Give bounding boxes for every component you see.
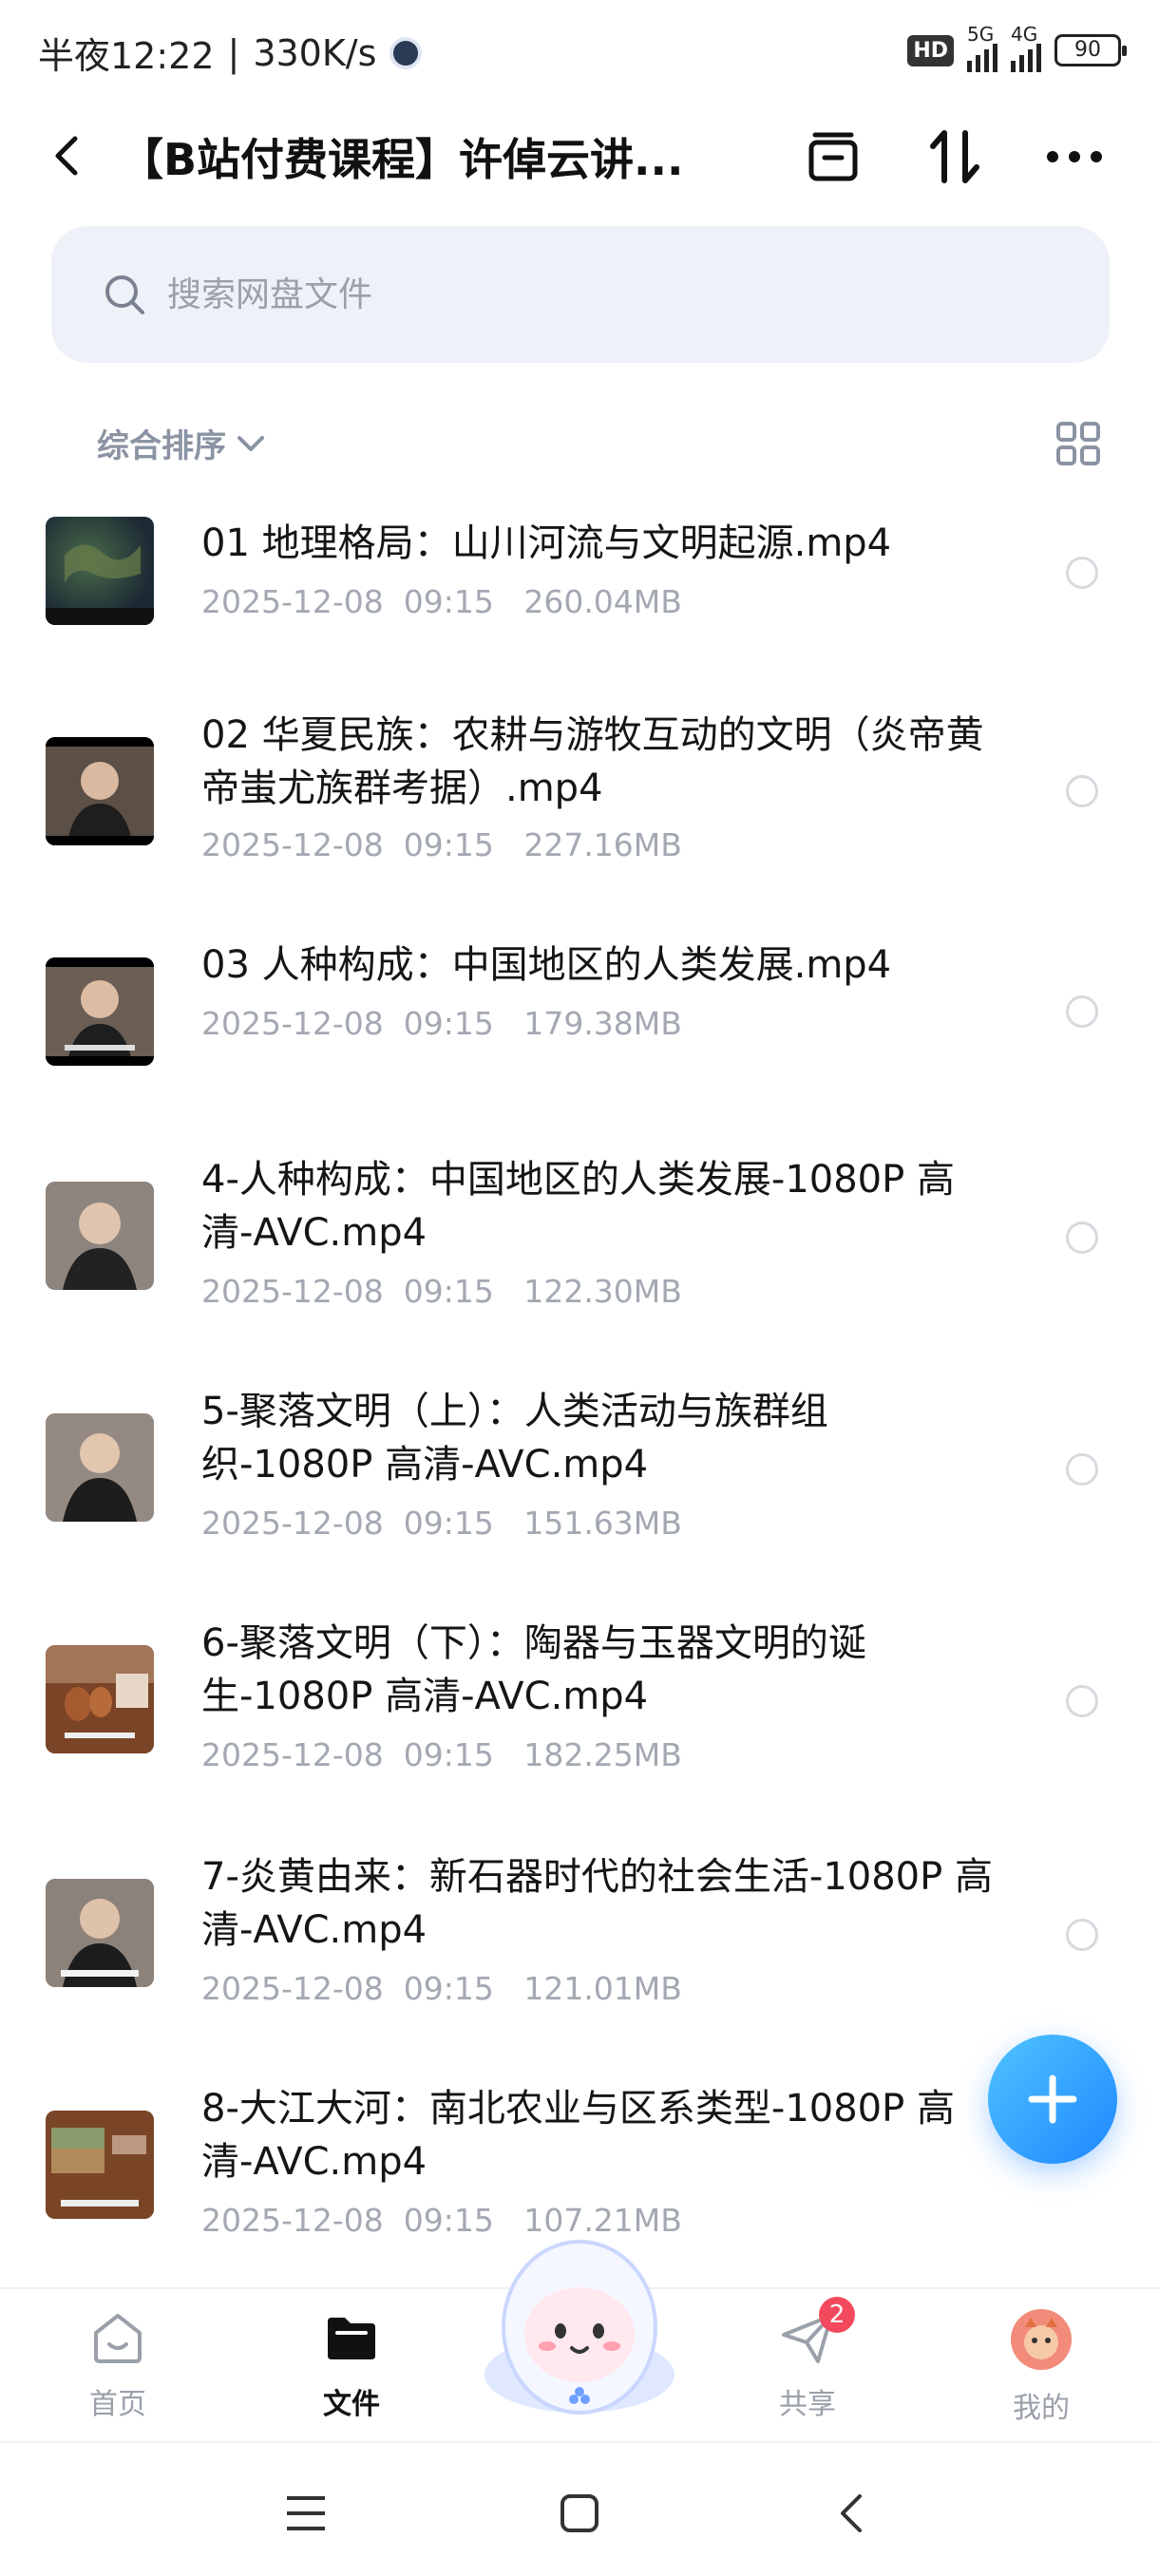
file-list: 01 地理格局：山川河流与文明起源.mp4 2025-12-08 09:15 2… [0, 484, 1159, 2308]
file-name: 7-炎黄由来：新石器时代的社会生活-1080P 高清-AVC.mp4 [201, 1855, 993, 1952]
square-home-icon [560, 2494, 598, 2532]
nav-home[interactable]: 首页 [51, 2308, 184, 2422]
search-icon [105, 275, 144, 314]
select-radio[interactable] [1066, 1453, 1098, 1486]
grid-view-icon[interactable] [1054, 420, 1102, 467]
home-icon [94, 2314, 142, 2363]
file-item[interactable]: 7-炎黄由来：新石器时代的社会生活-1080P 高清-AVC.mp4 2025-… [0, 1839, 1159, 2071]
file-item[interactable]: 5-聚落文明（上）：人类活动与族群组织-1080P 高清-AVC.mp4 202… [0, 1373, 1159, 1605]
system-back-button[interactable] [823, 2485, 880, 2542]
nav-share[interactable]: 2 共享 [741, 2297, 874, 2422]
file-name: 01 地理格局：山川河流与文明起源.mp4 [201, 521, 892, 565]
folder-icon [328, 2318, 375, 2359]
select-radio[interactable] [1066, 1685, 1098, 1717]
file-item[interactable]: 4-人种构成：中国地区的人类发展-1080P 高清-AVC.mp4 2025-1… [0, 1142, 1159, 1373]
sort-row: 综合排序 [0, 399, 1159, 484]
menu-icon [287, 2496, 325, 2530]
file-item[interactable]: 02 华夏民族：农耕与游牧互动的文明（炎帝黄帝蚩尤族群考据）.mp4 2025-… [0, 697, 1159, 925]
page-title: 【B站付费课程】许倬云讲... [120, 134, 684, 185]
video-thumbnail [46, 2111, 154, 2219]
file-name: 03 人种构成：中国地区的人类发展.mp4 [201, 943, 892, 987]
add-button[interactable] [988, 2035, 1117, 2164]
more-button[interactable] [1041, 123, 1108, 190]
system-nav-bar [0, 2441, 1159, 2576]
signal-4g-icon: 4G [1011, 23, 1041, 72]
file-item[interactable]: 01 地理格局：山川河流与文明起源.mp4 2025-12-08 09:15 2… [0, 484, 1159, 697]
network-4g-label: 4G [1011, 23, 1038, 46]
avatar-icon [1011, 2309, 1072, 2370]
file-name: 6-聚落文明（下）：陶器与玉器文明的诞生-1080P 高清-AVC.mp4 [201, 1621, 866, 1718]
select-radio[interactable] [1066, 1222, 1098, 1254]
archive-button[interactable] [800, 123, 866, 190]
video-thumbnail [46, 1413, 154, 1522]
sort-dropdown[interactable]: 综合排序 [97, 420, 266, 466]
select-radio[interactable] [1066, 1919, 1098, 1951]
file-meta: 2025-12-08 09:15 121.01MB [201, 1970, 682, 2007]
video-thumbnail [46, 517, 154, 625]
mascot-icon[interactable] [475, 2232, 684, 2422]
file-meta: 2025-12-08 09:15 182.25MB [201, 1736, 682, 1773]
network-5g-label: 5G [967, 23, 995, 46]
header: 【B站付费课程】许倬云讲... [0, 104, 1159, 199]
share-badge: 2 [819, 2297, 855, 2333]
plus-icon [1028, 2074, 1077, 2124]
back-chevron-icon [841, 2494, 862, 2532]
file-name: 4-人种构成：中国地区的人类发展-1080P 高清-AVC.mp4 [201, 1158, 955, 1255]
select-radio[interactable] [1066, 995, 1098, 1028]
sort-order-button[interactable] [922, 123, 988, 190]
video-thumbnail [46, 957, 154, 1066]
nav-share-label: 共享 [779, 2388, 836, 2421]
nav-files[interactable]: 文件 [285, 2308, 418, 2422]
signal-5g-icon: 5G [967, 23, 998, 72]
file-name: 8-大江大河：南北农业与区系类型-1080P 高清-AVC.mp4 [201, 2087, 955, 2184]
status-right: HD 5G 4G 90 [907, 23, 1127, 72]
file-meta: 2025-12-08 09:15 260.04MB [201, 583, 682, 620]
select-radio[interactable] [1066, 557, 1098, 589]
search-input[interactable] [167, 275, 927, 314]
sort-label: 综合排序 [97, 427, 226, 465]
video-thumbnail [46, 1645, 154, 1753]
nav-me-label: 我的 [1013, 2392, 1070, 2425]
video-thumbnail [46, 1182, 154, 1290]
file-meta: 2025-12-08 09:15 151.63MB [201, 1505, 682, 1542]
archive-icon [808, 132, 858, 181]
battery-icon: 90 [1054, 34, 1127, 66]
notification-avatar-icon [390, 36, 423, 69]
nav-files-label: 文件 [323, 2388, 380, 2421]
sort-arrows-icon [930, 130, 979, 183]
status-speed: 330K/s [253, 31, 377, 74]
file-name: 5-聚落文明（上）：人类活动与族群组织-1080P 高清-AVC.mp4 [201, 1390, 828, 1487]
chevron-down-icon [238, 435, 264, 451]
video-thumbnail [46, 737, 154, 845]
nav-me[interactable]: 我的 [975, 2308, 1108, 2426]
status-bar: 半夜12:22 | 330K/s HD 5G 4G 90 [0, 0, 1159, 104]
video-thumbnail [46, 1879, 154, 1987]
status-divider: | [227, 31, 240, 74]
system-menu-button[interactable] [277, 2485, 334, 2542]
file-meta: 2025-12-08 09:15 179.38MB [201, 1005, 682, 1042]
nav-home-label: 首页 [89, 2388, 146, 2421]
system-home-button[interactable] [551, 2485, 608, 2542]
status-left: 半夜12:22 | 330K/s [38, 27, 423, 79]
back-button[interactable] [38, 127, 95, 184]
select-radio[interactable] [1066, 775, 1098, 807]
more-icon [1047, 151, 1102, 162]
status-time: 半夜12:22 [38, 35, 215, 77]
file-meta: 2025-12-08 09:15 227.16MB [201, 826, 682, 863]
file-meta: 2025-12-08 09:15 122.30MB [201, 1273, 682, 1310]
search-bar[interactable] [51, 226, 1110, 363]
hd-icon: HD [907, 34, 954, 66]
file-item[interactable]: 03 人种构成：中国地区的人类发展.mp4 2025-12-08 09:15 1… [0, 925, 1159, 1142]
file-name: 02 华夏民族：农耕与游牧互动的文明（炎帝黄帝蚩尤族群考据）.mp4 [201, 713, 984, 810]
back-icon [55, 136, 78, 176]
file-item[interactable]: 6-聚落文明（下）：陶器与玉器文明的诞生-1080P 高清-AVC.mp4 20… [0, 1605, 1159, 1839]
